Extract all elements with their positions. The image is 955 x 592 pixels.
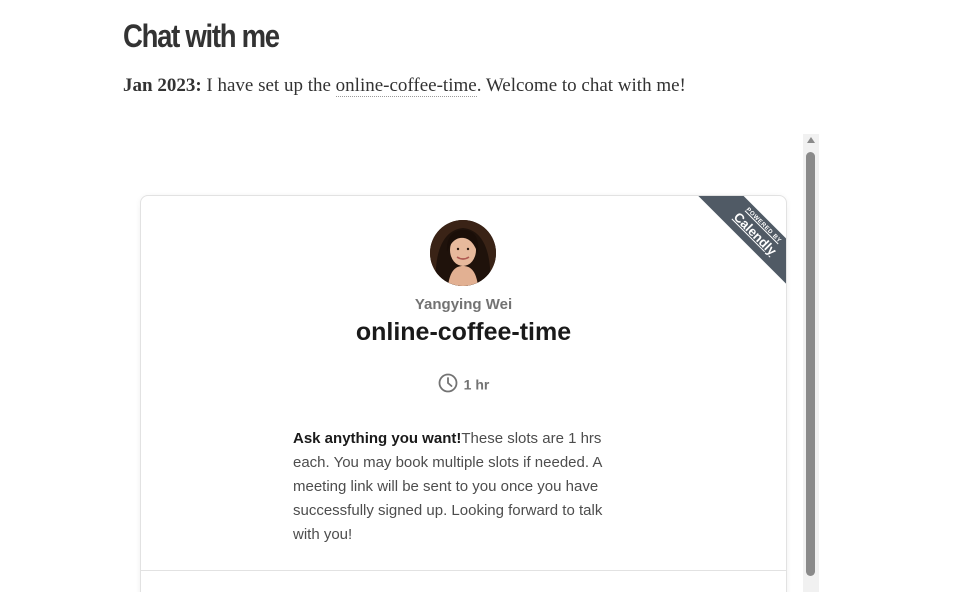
clock-icon — [438, 373, 458, 396]
description-headline: Ask anything you want! — [293, 430, 462, 447]
event-card: POWERED BY Calendly Yangying Wei online-… — [140, 195, 787, 592]
announcement: Jan 2023: I have set up the online-coffe… — [123, 75, 686, 97]
duration-label: 1 hr — [463, 376, 490, 393]
scrollbar-thumb[interactable] — [806, 152, 815, 576]
host-name: Yangying Wei — [414, 296, 513, 313]
announcement-date: Jan 2023: — [123, 75, 202, 96]
page-title: Chat with me — [123, 18, 280, 54]
scrollbar[interactable] — [803, 134, 819, 592]
announcement-text-after: . Welcome to chat with me! — [476, 75, 686, 96]
event-description: Ask anything you want!These slots are 1 … — [293, 427, 633, 547]
calendly-embed: POWERED BY Calendly Yangying Wei online-… — [122, 134, 819, 592]
scroll-up-arrow-icon[interactable] — [807, 137, 815, 143]
event-title: online-coffee-time — [355, 318, 572, 346]
avatar — [430, 220, 496, 286]
card-divider — [141, 570, 786, 571]
event-duration: 1 hr — [141, 373, 786, 396]
powered-by-calendly-badge[interactable]: POWERED BY Calendly — [695, 196, 786, 294]
announcement-text-before: I have set up the — [201, 75, 336, 96]
online-coffee-time-link[interactable]: online-coffee-time — [335, 75, 477, 97]
